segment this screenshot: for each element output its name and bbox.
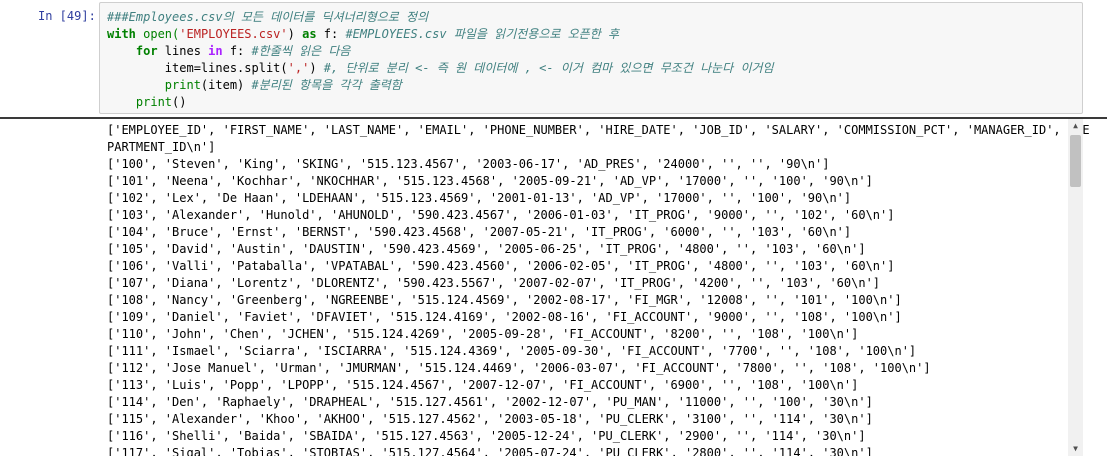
output-line: ['117', 'Sigal', 'Tobias', 'STOBIAS', '5… (107, 446, 873, 456)
code-comment: #, 단위로 분리 <- 즉 원 데이터에 , <- 이거 컴마 있으면 무조건… (323, 61, 774, 75)
code-token: (item) (200, 78, 252, 92)
scroll-up-arrow-icon[interactable]: ▲ (1068, 119, 1083, 133)
output-line: ['113', 'Luis', 'Popp', 'LPOPP', '515.12… (107, 378, 859, 392)
output-line: ['100', 'Steven', 'King', 'SKING', '515.… (107, 157, 830, 171)
output-line: ['101', 'Neena', 'Kochhar', 'NKOCHHAR', … (107, 174, 873, 188)
code-token: print (107, 78, 201, 92)
cell-prompt: In [49]: (38, 9, 96, 23)
code-comment-line1: ###Employees.csv의 모든 데이터를 딕셔너리형으로 정의 (107, 10, 429, 24)
output-line: ['112', 'Jose Manuel', 'Urman', 'JMURMAN… (107, 361, 931, 375)
code-token: lines (157, 44, 209, 58)
code-token: item=lines.split( (107, 61, 288, 75)
output-line: PARTMENT_ID\n'] (107, 140, 216, 154)
code-token: ) (287, 27, 303, 41)
output-line: ['106', 'Valli', 'Pataballa', 'VPATABAL'… (107, 259, 895, 273)
code-token: f: (316, 27, 346, 41)
code-token: 'EMPLOYEES.csv' (179, 27, 288, 41)
output-line: ['104', 'Bruce', 'Ernst', 'BERNST', '590… (107, 225, 852, 239)
code-token: f: (222, 44, 252, 58)
code-comment: #분리된 항목을 각각 출력함 (251, 78, 402, 92)
output-line: ['111', 'Ismael', 'Sciarra', 'ISCIARRA',… (107, 344, 917, 358)
code-token: with (107, 27, 136, 41)
output-line: ['107', 'Diana', 'Lorentz', 'DLORENTZ', … (107, 276, 881, 290)
code-token: for (107, 44, 158, 58)
output-line: ['105', 'David', 'Austin', 'DAUSTIN', '5… (107, 242, 866, 256)
code-text[interactable]: ###Employees.csv의 모든 데이터를 딕셔너리형으로 정의 wit… (107, 9, 774, 111)
output-line: ['108', 'Nancy', 'Greenberg', 'NGREENBE'… (107, 293, 902, 307)
code-cell[interactable]: In [49]: ###Employees.csv의 모든 데이터를 딕셔너리형… (0, 0, 1107, 118)
output-text: ['EMPLOYEE_ID', 'FIRST_NAME', 'LAST_NAME… (107, 122, 1090, 456)
output-line: ['110', 'John', 'Chen', 'JCHEN', '515.12… (107, 327, 859, 341)
output-line: ['EMPLOYEE_ID', 'FIRST_NAME', 'LAST_NAME… (107, 123, 1090, 137)
output-line: ['102', 'Lex', 'De Haan', 'LDEHAAN', '51… (107, 191, 852, 205)
code-token: print (107, 95, 173, 109)
scroll-down-arrow-icon[interactable]: ▼ (1068, 442, 1083, 456)
code-token: ',' (287, 61, 310, 75)
output-line: ['116', 'Shelli', 'Baida', 'SBAIDA', '51… (107, 429, 866, 443)
code-token: () (172, 95, 187, 109)
output-line: ['114', 'Den', 'Raphaely', 'DRAPHEAL', '… (107, 395, 873, 409)
code-editor[interactable]: ###Employees.csv의 모든 데이터를 딕셔너리형으로 정의 wit… (99, 2, 1083, 114)
code-token: in (208, 44, 223, 58)
code-comment: #한줄씩 읽은 다음 (251, 44, 351, 58)
code-token: as (302, 27, 317, 41)
code-token: ) (309, 61, 324, 75)
output-scrollbar[interactable]: ▲ ▼ (1068, 119, 1083, 456)
code-token: open( (135, 27, 180, 41)
scrollbar-thumb[interactable] (1070, 135, 1081, 187)
output-line: ['103', 'Alexander', 'Hunold', 'AHUNOLD'… (107, 208, 895, 222)
output-line: ['109', 'Daniel', 'Faviet', 'DFAVIET', '… (107, 310, 902, 324)
code-comment: #EMPLOYEES.csv 파일을 읽기전용으로 오픈한 후 (345, 27, 620, 41)
output-area[interactable]: ['EMPLOYEE_ID', 'FIRST_NAME', 'LAST_NAME… (0, 119, 1107, 456)
output-line: ['115', 'Alexander', 'Khoo', 'AKHOO', '5… (107, 412, 873, 426)
